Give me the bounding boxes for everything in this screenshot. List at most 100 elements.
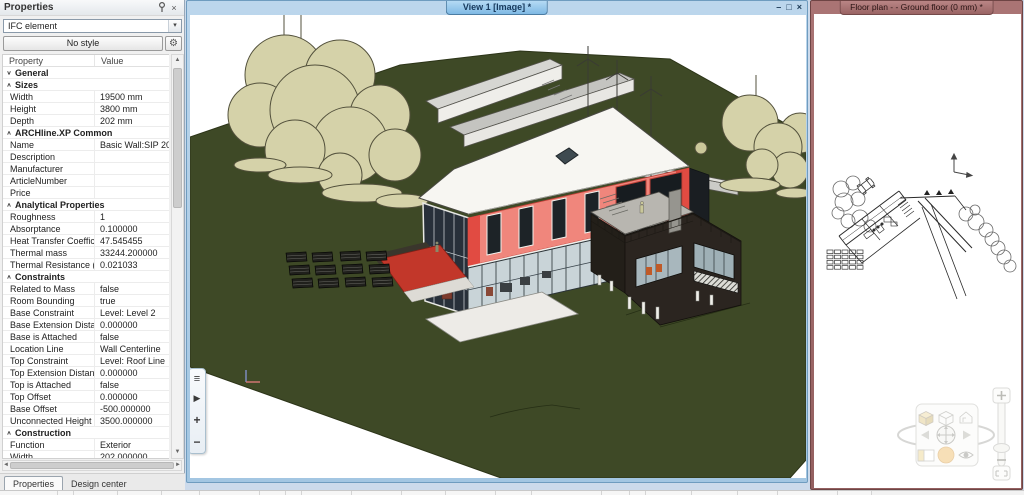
status-bar: [0, 490, 1024, 495]
property-value[interactable]: 0.000000: [95, 391, 169, 403]
property-row[interactable]: Description: [3, 151, 169, 163]
property-row[interactable]: Thermal mass33244.200000: [3, 247, 169, 259]
section-row[interactable]: ∧Sizes: [3, 79, 169, 91]
close-window-icon[interactable]: ×: [797, 2, 802, 13]
section-row[interactable]: ∧ARCHline.XP Common: [3, 127, 169, 139]
property-row[interactable]: Manufacturer: [3, 163, 169, 175]
chevron-up-icon[interactable]: ∧: [3, 201, 15, 207]
property-value[interactable]: 3800 mm: [95, 103, 169, 115]
property-row[interactable]: Location LineWall Centerline: [3, 343, 169, 355]
pin-icon[interactable]: [156, 2, 168, 14]
property-row[interactable]: Room Boundingtrue: [3, 295, 169, 307]
property-row[interactable]: Top Offset0.000000: [3, 391, 169, 403]
chevron-down-icon[interactable]: ∨: [3, 69, 15, 75]
property-row[interactable]: Height3800 mm: [3, 103, 169, 115]
property-row[interactable]: Width19500 mm: [3, 91, 169, 103]
scroll-up-icon[interactable]: ▲: [175, 55, 181, 66]
scrollbar-thumb[interactable]: [173, 68, 182, 208]
panel-title: Properties: [4, 2, 156, 13]
property-row[interactable]: Width202.000000: [3, 451, 169, 459]
property-value[interactable]: Wall Centerline: [95, 343, 169, 355]
scroll-down-icon[interactable]: ▼: [175, 447, 181, 458]
property-value[interactable]: 0.021033: [95, 259, 169, 271]
property-value[interactable]: Basic Wall:SIP 202...: [95, 139, 169, 151]
scrollbar-thumb-h[interactable]: [10, 462, 174, 469]
property-value[interactable]: 33244.200000: [95, 247, 169, 259]
property-row[interactable]: Absorptance0.100000: [3, 223, 169, 235]
scroll-right-icon[interactable]: ►: [175, 460, 181, 471]
zoom-out-icon[interactable]: −: [193, 435, 200, 449]
property-value[interactable]: 202 mm: [95, 115, 169, 127]
close-icon[interactable]: ×: [168, 3, 180, 13]
floor-plan-window: Floor plan - - Ground floor (0 mm) *: [810, 0, 1023, 490]
property-row[interactable]: Top ConstraintLevel: Roof Line: [3, 355, 169, 367]
property-value[interactable]: Level: Roof Line: [95, 355, 169, 367]
tab-properties[interactable]: Properties: [4, 476, 63, 490]
layer-list-icon[interactable]: ≡: [194, 373, 200, 385]
chevron-up-icon[interactable]: ∧: [3, 429, 15, 435]
property-row[interactable]: Related to Massfalse: [3, 283, 169, 295]
horizontal-scrollbar[interactable]: ◄ ►: [2, 460, 182, 471]
property-row[interactable]: FunctionExterior: [3, 439, 169, 451]
tab-design-center[interactable]: Design center: [63, 477, 135, 490]
chevron-up-icon[interactable]: ∧: [3, 273, 15, 279]
property-row[interactable]: NameBasic Wall:SIP 202...: [3, 139, 169, 151]
property-row[interactable]: Thermal Resistance (R)0.021033: [3, 259, 169, 271]
floor-plan-canvas[interactable]: [814, 14, 1021, 488]
property-value[interactable]: -500.000000: [95, 403, 169, 415]
view-3d-tab[interactable]: View 1 [Image] *: [446, 1, 548, 15]
style-button[interactable]: No style: [3, 36, 163, 51]
property-value[interactable]: false: [95, 283, 169, 295]
minimize-icon[interactable]: –: [776, 2, 781, 13]
property-name: Base Offset: [3, 403, 95, 414]
zoom-in-icon[interactable]: +: [193, 413, 200, 427]
section-row[interactable]: ∨General: [3, 67, 169, 79]
floor-plan-tab[interactable]: Floor plan - - Ground floor (0 mm) *: [839, 1, 994, 15]
render-sphere-icon: [938, 447, 954, 463]
element-type-combo[interactable]: IFC element ▾: [3, 19, 182, 33]
property-row[interactable]: ArticleNumber: [3, 175, 169, 187]
property-value[interactable]: 19500 mm: [95, 91, 169, 103]
property-value[interactable]: Exterior: [95, 439, 169, 451]
property-value[interactable]: true: [95, 295, 169, 307]
section-row[interactable]: ∧Construction: [3, 427, 169, 439]
property-value[interactable]: 0.000000: [95, 319, 169, 331]
status-segment: [692, 491, 738, 495]
slider-handle: [994, 444, 1010, 453]
property-value[interactable]: Level: Level 2: [95, 307, 169, 319]
section-row[interactable]: ∧Analytical Properties: [3, 199, 169, 211]
property-value[interactable]: 202.000000: [95, 451, 169, 460]
property-value[interactable]: false: [95, 331, 169, 343]
property-row[interactable]: Depth202 mm: [3, 115, 169, 127]
property-row[interactable]: Base Offset-500.000000: [3, 403, 169, 415]
maximize-icon[interactable]: □: [786, 2, 791, 13]
property-row[interactable]: Unconnected Height3500.000000: [3, 415, 169, 427]
property-row[interactable]: Top is Attachedfalse: [3, 379, 169, 391]
layout-view-icon: [918, 450, 934, 461]
chevron-down-icon[interactable]: ▾: [168, 20, 181, 32]
property-row[interactable]: Top Extension Distance0.000000: [3, 367, 169, 379]
property-value[interactable]: 3500.000000: [95, 415, 169, 427]
zoom-slider[interactable]: [993, 388, 1010, 480]
scroll-left-icon[interactable]: ◄: [3, 460, 9, 471]
play-icon[interactable]: ▶: [194, 393, 201, 404]
property-row[interactable]: Roughness1: [3, 211, 169, 223]
vertical-scrollbar[interactable]: ▲ ▼: [171, 54, 184, 459]
render-canvas-3d[interactable]: ≡ ▶ + −: [190, 15, 806, 478]
chevron-up-icon[interactable]: ∧: [3, 129, 15, 135]
property-row[interactable]: Base ConstraintLevel: Level 2: [3, 307, 169, 319]
navigation-widget[interactable]: [898, 404, 994, 466]
property-row[interactable]: Base is Attachedfalse: [3, 331, 169, 343]
property-value[interactable]: 0.000000: [95, 367, 169, 379]
property-value[interactable]: 1: [95, 211, 169, 223]
property-row[interactable]: Heat Transfer Coefficient (U)47.545455: [3, 235, 169, 247]
property-value[interactable]: 0.100000: [95, 223, 169, 235]
property-value[interactable]: false: [95, 379, 169, 391]
orbit-icon: [937, 426, 955, 444]
property-row[interactable]: Base Extension Distance0.000000: [3, 319, 169, 331]
property-value[interactable]: 47.545455: [95, 235, 169, 247]
chevron-up-icon[interactable]: ∧: [3, 81, 15, 87]
section-row[interactable]: ∧Constraints: [3, 271, 169, 283]
gear-icon[interactable]: ⚙: [165, 36, 182, 51]
property-row[interactable]: Price: [3, 187, 169, 199]
